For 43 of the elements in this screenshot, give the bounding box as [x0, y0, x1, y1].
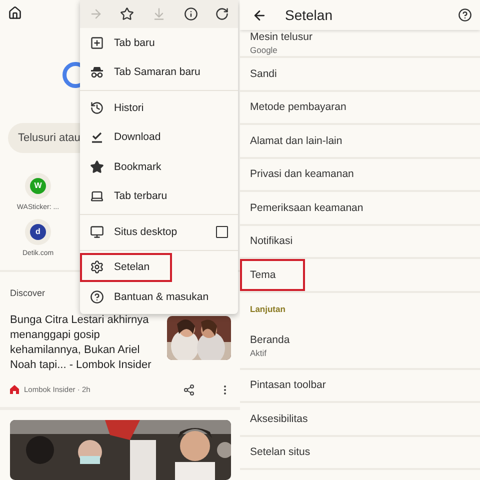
settings-item[interactable]: Notifikasi — [240, 226, 480, 259]
checkbox[interactable] — [216, 226, 228, 238]
settings-item[interactable]: Metode pembayaran — [240, 92, 480, 125]
settings-item[interactable]: Sandi — [240, 58, 480, 92]
menu-item[interactable]: Bantuan & masukan — [80, 282, 238, 312]
incognito-icon — [90, 65, 104, 80]
home-icon[interactable] — [8, 6, 22, 20]
settings-item[interactable]: Tema — [240, 259, 480, 292]
devices-icon — [90, 189, 104, 204]
menu-item[interactable]: Download — [80, 122, 238, 152]
settings-item[interactable]: Setelan situs — [240, 436, 480, 470]
settings-item[interactable]: Alamat dan lain-lain — [240, 125, 480, 158]
settings-item[interactable]: Privasi dan keamanan — [240, 158, 480, 192]
help-icon[interactable] — [458, 8, 472, 22]
page-title: Setelan — [285, 7, 334, 23]
menu-item[interactable]: Tab terbaru — [80, 182, 238, 211]
back-icon[interactable] — [252, 8, 267, 22]
menu-item[interactable]: Histori — [80, 93, 238, 122]
discover-label: Discover — [10, 288, 46, 298]
settings-item[interactable]: Pemeriksaan keamanan — [240, 192, 480, 226]
info-icon[interactable] — [184, 7, 198, 21]
check-download-icon — [90, 130, 104, 144]
shortcut-icon[interactable]: d — [25, 218, 51, 245]
settings-icon — [90, 260, 104, 274]
settings-item[interactable]: Mesin telusur Google — [240, 30, 480, 58]
help-icon — [90, 290, 104, 304]
settings-item[interactable]: Beranda Aktif — [240, 324, 480, 370]
star-icon[interactable] — [120, 7, 134, 21]
source-logo-icon — [10, 385, 19, 394]
plus-square-icon — [90, 36, 104, 50]
history-icon — [90, 100, 104, 115]
star-icon — [90, 160, 104, 174]
menu-item[interactable]: Bookmark — [80, 152, 238, 182]
article-title[interactable]: Bunga Citra Lestari akhirnya menanggapi gosip kehamilannya, Bukan Ariel Noah tapi... - Lombok Insider — [10, 312, 161, 373]
section-heading: Lanjutan — [250, 304, 286, 314]
refresh-icon[interactable] — [215, 7, 230, 21]
settings-item[interactable]: Pintasan toolbar — [240, 370, 480, 403]
settings-item[interactable]: Aksesibilitas — [240, 403, 480, 436]
monitor-icon — [90, 224, 104, 239]
menu-item[interactable]: Tab baru — [80, 28, 238, 58]
menu-item[interactable]: Tab Samaran baru — [80, 58, 238, 87]
menu-item[interactable]: Situs desktop — [80, 217, 238, 246]
share-icon[interactable] — [183, 384, 195, 396]
